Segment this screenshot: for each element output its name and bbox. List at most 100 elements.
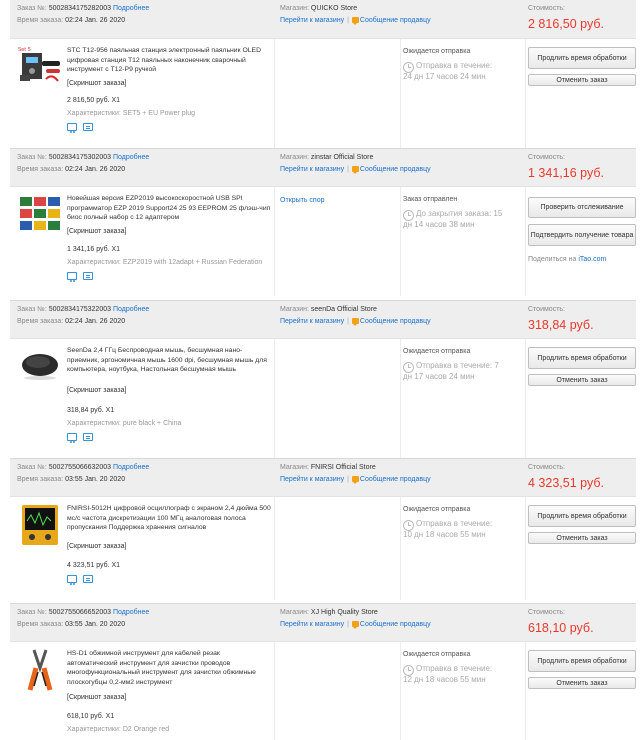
- extend-processing-button[interactable]: Продлить время обработки: [528, 505, 636, 527]
- order-time: 03:55 Jan. 20 2020: [65, 621, 126, 628]
- order-cost: 618,10 руб.: [528, 621, 594, 635]
- open-dispute-link[interactable]: Открыть спор: [280, 196, 325, 205]
- snapshot-icon[interactable]: [83, 272, 93, 280]
- go-to-store-link[interactable]: Перейти к магазину: [280, 476, 344, 483]
- order-number-label: Заказ №:: [17, 154, 47, 161]
- characteristics-value: SET5 + EU Power plug: [122, 110, 195, 117]
- go-to-store-link[interactable]: Перейти к магазину: [280, 318, 344, 325]
- clock-icon: [403, 520, 414, 531]
- product-title[interactable]: FNIRSI-5012H цифровой осциллограф с экра…: [67, 504, 272, 533]
- product-image[interactable]: [16, 648, 64, 692]
- order-screenshot-link[interactable]: [Скриншот заказа]: [67, 542, 126, 551]
- countdown-time: дн 14 часов 38 мин: [403, 219, 475, 229]
- price-quantity: 2 816,50 руб. X1: [67, 97, 121, 104]
- cost-label: Стоимость:: [528, 306, 565, 313]
- product-title[interactable]: STC T12-956 паяльная станция электронный…: [67, 46, 272, 75]
- cancel-order-button[interactable]: Отменить заказ: [528, 532, 636, 544]
- order-card: Заказ №: 5002834175302003 Подробнее Врем…: [10, 148, 636, 296]
- order-screenshot-link[interactable]: [Скриншот заказа]: [67, 227, 126, 236]
- go-to-store-link[interactable]: Перейти к магазину: [280, 166, 344, 173]
- share-site[interactable]: iTao.com: [578, 256, 606, 263]
- order-body: SeenDa 2,4 ГГц Беспроводная мышь, бесшум…: [10, 338, 636, 458]
- countdown: До закрытия заказа: 15 дн 14 часов 38 ми…: [403, 209, 528, 230]
- order-status: Ожидается отправка: [403, 348, 471, 355]
- message-seller-link[interactable]: Сообщение продавцу: [360, 17, 431, 24]
- details-link[interactable]: Подробнее: [113, 306, 149, 313]
- details-link[interactable]: Подробнее: [113, 464, 149, 471]
- order-number-label: Заказ №:: [17, 5, 47, 12]
- order-time-label: Время заказа:: [17, 17, 64, 24]
- clock-icon: [403, 665, 414, 676]
- cost-label: Стоимость:: [528, 5, 565, 12]
- countdown-time: 24 дн 17 часов 24 мин: [403, 71, 486, 81]
- store-name: FNIRSI Official Store: [310, 464, 376, 471]
- message-seller-link[interactable]: Сообщение продавцу: [360, 318, 431, 325]
- details-link[interactable]: Подробнее: [113, 609, 149, 616]
- price-quantity: 318,84 руб. X1: [67, 407, 115, 414]
- cart-icon[interactable]: [67, 433, 77, 443]
- order-time: 02:24 Jan. 26 2020: [65, 318, 126, 325]
- order-cost: 1 341,16 руб.: [528, 166, 604, 180]
- message-seller-link[interactable]: Сообщение продавцу: [360, 166, 431, 173]
- extend-processing-button[interactable]: Продлить время обработки: [528, 47, 636, 69]
- cancel-order-button[interactable]: Отменить заказ: [528, 677, 636, 689]
- product-image[interactable]: [16, 193, 64, 237]
- extend-processing-button[interactable]: Продлить время обработки: [528, 347, 636, 369]
- product-image[interactable]: [16, 345, 64, 389]
- order-time-label: Время заказа:: [17, 166, 64, 173]
- store-name: seenDa Official Store: [310, 306, 377, 313]
- details-link[interactable]: Подробнее: [113, 154, 149, 161]
- order-time-label: Время заказа:: [17, 621, 64, 628]
- countdown-time: 12 дн 18 часов 55 мин: [403, 674, 486, 684]
- cart-icon[interactable]: [67, 575, 77, 585]
- clock-icon: [403, 62, 414, 73]
- product-image[interactable]: Set 5: [16, 45, 64, 89]
- cart-icon[interactable]: [67, 272, 77, 282]
- snapshot-icon[interactable]: [83, 433, 93, 441]
- order-status: Ожидается отправка: [403, 651, 471, 658]
- order-body: Set 5 STC T12-956 паяльная станция элект…: [10, 38, 636, 148]
- check-tracking-button[interactable]: Проверить отслеживание: [528, 197, 636, 218]
- share-link[interactable]: Поделиться на iTao.com: [528, 255, 606, 264]
- message-seller-link[interactable]: Сообщение продавцу: [360, 476, 431, 483]
- characteristics-label: Характеристики:: [67, 726, 121, 733]
- cancel-order-button[interactable]: Отменить заказ: [528, 374, 636, 386]
- cancel-order-button[interactable]: Отменить заказ: [528, 74, 636, 86]
- product-title[interactable]: Новейшая версия EZP2019 высокоскоростной…: [67, 194, 272, 223]
- order-time: 02:24 Jan. 26 2020: [65, 17, 126, 24]
- countdown-prefix: Отправка в течение:: [416, 61, 493, 70]
- order-number-label: Заказ №:: [17, 306, 47, 313]
- countdown-prefix: Отправка в течение: 7: [416, 361, 499, 370]
- order-header: Заказ №: 5002834175282003 Подробнее Врем…: [10, 0, 636, 38]
- product-title[interactable]: SeenDa 2,4 ГГц Беспроводная мышь, бесшум…: [67, 346, 272, 375]
- order-card: Заказ №: 5002834175282003 Подробнее Врем…: [10, 0, 636, 148]
- order-screenshot-link[interactable]: [Скриншот заказа]: [67, 79, 126, 88]
- order-cost: 4 323,51 руб.: [528, 476, 604, 490]
- snapshot-icon[interactable]: [83, 123, 93, 131]
- order-cost: 2 816,50 руб.: [528, 17, 604, 31]
- characteristics-value: EZP2019 with 12adapt + Russian Federatio…: [122, 259, 263, 266]
- message-seller-link[interactable]: Сообщение продавцу: [360, 621, 431, 628]
- store-label: Магазин:: [280, 5, 309, 12]
- share-prefix: Поделиться на: [528, 256, 577, 263]
- order-screenshot-link[interactable]: [Скриншот заказа]: [67, 386, 126, 395]
- snapshot-icon[interactable]: [83, 575, 93, 583]
- order-header: Заказ №: 5002834175302003 Подробнее Врем…: [10, 148, 636, 186]
- countdown: Отправка в течение: 12 дн 18 часов 55 ми…: [403, 664, 528, 685]
- details-link[interactable]: Подробнее: [113, 5, 149, 12]
- cost-label: Стоимость:: [528, 154, 565, 161]
- order-screenshot-link[interactable]: [Скриншот заказа]: [67, 693, 126, 702]
- product-title[interactable]: HS-D1 обжимной инструмент для кабелей ре…: [67, 649, 272, 687]
- countdown-time: дн 17 часов 24 мин: [403, 371, 475, 381]
- extend-processing-button[interactable]: Продлить время обработки: [528, 650, 636, 672]
- order-number: 5002834175302003: [48, 154, 112, 161]
- clock-icon: [403, 210, 414, 221]
- go-to-store-link[interactable]: Перейти к магазину: [280, 621, 344, 628]
- countdown-time: 10 дн 18 часов 55 мин: [403, 529, 486, 539]
- go-to-store-link[interactable]: Перейти к магазину: [280, 17, 344, 24]
- product-image[interactable]: [16, 503, 64, 547]
- cart-icon[interactable]: [67, 123, 77, 133]
- countdown: Отправка в течение: 7 дн 17 часов 24 мин: [403, 361, 528, 382]
- confirm-receipt-button[interactable]: Подтвердить получение товара: [528, 224, 636, 246]
- countdown-prefix: До закрытия заказа: 15: [416, 209, 503, 218]
